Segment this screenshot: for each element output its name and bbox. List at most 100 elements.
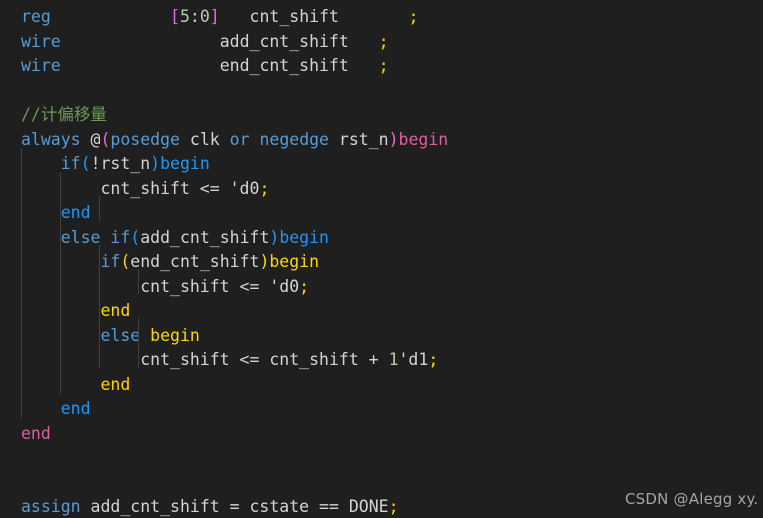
code-token: !rst_n <box>90 154 151 173</box>
code-token: end_cnt_shift <box>130 252 260 271</box>
code-token: add_cnt_shift = cstate == DONE <box>80 497 389 516</box>
code-token: ) <box>259 252 270 271</box>
code-token: ; <box>388 497 399 516</box>
code-token: [ <box>170 7 180 26</box>
code-token: ) <box>150 154 161 173</box>
code-token: ; <box>428 350 439 369</box>
code-line[interactable]: end <box>21 299 763 324</box>
code-token: begin <box>150 325 200 345</box>
code-token: or <box>229 129 250 149</box>
code-line[interactable]: end <box>21 373 763 398</box>
code-token: negedge <box>259 129 329 149</box>
code-line[interactable]: reg [5:0] cnt_shift ; <box>21 5 763 30</box>
code-token: end_cnt_shift <box>219 56 349 75</box>
code-token: begin <box>398 129 449 149</box>
code-line[interactable]: if(end_cnt_shift)begin <box>21 250 763 275</box>
code-line[interactable]: wire end_cnt_shift ; <box>21 54 763 79</box>
code-token: ( <box>130 227 141 247</box>
code-token: //计偏移量 <box>21 105 107 124</box>
code-line[interactable]: cnt_shift <= 'd0; <box>21 177 763 202</box>
code-line[interactable]: end <box>21 201 763 226</box>
code-token: begin <box>160 154 210 173</box>
code-line[interactable] <box>21 79 763 104</box>
code-token: end <box>100 374 131 394</box>
code-token: wire <box>21 31 61 51</box>
code-token: if <box>110 227 131 247</box>
code-token: ( <box>100 129 111 149</box>
code-token: 5 <box>179 7 190 26</box>
code-line[interactable]: wire add_cnt_shift ; <box>21 30 763 55</box>
code-token: ) <box>388 129 399 149</box>
code-line[interactable]: //计偏移量 <box>21 103 763 128</box>
code-line[interactable]: else if(add_cnt_shift)begin <box>21 226 763 251</box>
code-token: 'd0 <box>229 178 260 198</box>
code-token: add_cnt_shift <box>140 227 270 247</box>
code-token: cnt_shift <= <box>21 178 230 198</box>
code-token: reg <box>21 7 51 26</box>
code-token: 1 <box>388 350 399 369</box>
code-token: end <box>60 203 91 222</box>
code-token: cnt_shift <= <box>21 276 270 296</box>
code-token: ; <box>299 276 310 296</box>
code-token: assign <box>21 497 81 516</box>
code-line[interactable] <box>21 446 763 471</box>
code-line[interactable]: end <box>21 397 763 422</box>
code-editor[interactable]: reg [5:0] cnt_shift ; wire add_cnt_shift … <box>0 0 763 518</box>
code-token: end <box>21 423 51 443</box>
code-token: ) <box>269 227 280 247</box>
indent-guide <box>138 318 139 368</box>
code-token: else <box>100 325 151 345</box>
code-token: cnt_shift <= cnt_shift + <box>21 350 389 369</box>
code-token: if <box>100 252 121 271</box>
code-token: posedge <box>110 129 180 149</box>
code-line[interactable]: cnt_shift <= 'd0; <box>21 275 763 300</box>
code-line[interactable]: cnt_shift <= cnt_shift + 1'd1; <box>21 348 763 373</box>
code-line[interactable]: if(!rst_n)begin <box>21 152 763 177</box>
code-token: add_cnt_shift <box>219 31 349 51</box>
code-token: if <box>60 154 81 173</box>
code-token: end <box>60 399 91 418</box>
code-token: ; <box>378 31 389 51</box>
code-token: end <box>100 301 131 320</box>
code-token: ( <box>80 154 91 173</box>
code-token: clk <box>179 129 230 149</box>
code-token: else <box>60 227 111 247</box>
code-token: begin <box>269 252 320 271</box>
code-line[interactable]: end <box>21 422 763 447</box>
code-token: cnt_shift <box>249 7 339 26</box>
code-token: 0 <box>199 7 210 26</box>
code-token: : <box>189 7 200 26</box>
indent-guide <box>60 172 61 394</box>
code-token: ] <box>209 7 220 26</box>
code-token: 'd0 <box>269 276 300 296</box>
code-token: @ <box>90 129 101 149</box>
code-token: ( <box>120 252 131 271</box>
code-token: rst_n <box>329 129 389 149</box>
code-line[interactable]: always @(posedge clk or negedge rst_n)be… <box>21 128 763 153</box>
code-token: wire <box>21 56 61 75</box>
code-token: ; <box>408 7 419 26</box>
code-content[interactable]: reg [5:0] cnt_shift ; wire add_cnt_shift … <box>21 5 763 518</box>
code-token: 'd1 <box>398 350 429 369</box>
code-line[interactable] <box>21 471 763 496</box>
indent-guide <box>138 269 139 294</box>
code-token: ; <box>378 56 389 75</box>
code-token: always <box>21 129 91 149</box>
indent-guide <box>99 196 100 221</box>
code-line[interactable]: assign add_cnt_shift = cstate == DONE; <box>21 495 763 518</box>
indent-guide <box>21 148 22 418</box>
code-line[interactable]: else begin <box>21 324 763 349</box>
code-token: ; <box>259 178 270 198</box>
